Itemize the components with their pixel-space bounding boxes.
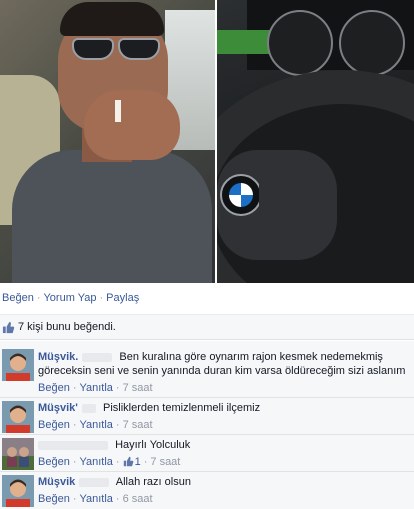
likes-count-text[interactable]: 7 kişi bunu beğendi. [18,321,116,333]
comment: Hayırlı Yolculuk Beğen · Yanıtla · 1 · 7 saat [0,435,414,472]
comment-like-count[interactable]: 1 [135,456,141,468]
thumbs-up-icon [2,321,15,333]
comment-time[interactable]: 6 saat [123,493,153,505]
avatar[interactable] [2,401,34,433]
comment-like-link[interactable]: Beğen [38,456,70,468]
comment-reply-link[interactable]: Yanıtla [79,493,112,505]
comment-author[interactable]: Müşvik [38,402,75,414]
redacted-name [79,477,110,487]
comment-reply-link[interactable]: Yanıtla [79,419,112,431]
man-torso [12,150,212,283]
comment-link[interactable]: Yorum Yap [43,292,96,304]
comment-author[interactable]: Müşvik [38,351,75,363]
cigarette [115,100,121,122]
sunglasses [72,38,114,60]
comment-meta: Beğen · Yanıtla · 7 saat [38,382,153,394]
gauge [267,10,333,76]
photo-steering-wheel[interactable] [217,0,414,283]
comment-text: Allah razı olsun [115,476,191,488]
comment-author[interactable]: Müşvik [38,476,75,488]
comment-like-link[interactable]: Beğen [38,493,70,505]
hand [84,90,180,160]
comment-time[interactable]: 7 saat [123,419,153,431]
post-actions: Beğen · Yorum Yap · Paylaş [2,292,140,304]
comment-text: Hayırlı Yolculuk [115,439,191,451]
photo-man-smoking[interactable] [0,0,215,283]
comment-reply-link[interactable]: Yanıtla [79,456,112,468]
likes-summary: 7 kişi bunu beğendi. [0,314,414,340]
comment: Müşvik' Pisliklerden temizlenmeli ilçemi… [0,398,414,435]
comment-like-link[interactable]: Beğen [38,382,70,394]
comment-meta: Beğen · Yanıtla · 7 saat [38,419,153,431]
comment-meta: Beğen · Yanıtla · 6 saat [38,493,153,505]
redacted-name [81,403,96,413]
post-photos [0,0,414,283]
comment-text: Pisliklerden temizlenmeli ilçemiz [102,402,261,414]
avatar[interactable] [2,475,34,507]
avatar[interactable] [2,349,34,381]
like-link[interactable]: Beğen [2,292,34,304]
bmw-logo-icon [220,174,259,216]
comment-time[interactable]: 7 saat [123,382,153,394]
gauge [339,10,405,76]
comment-time[interactable]: 7 saat [150,456,180,468]
share-link[interactable]: Paylaş [106,292,139,304]
thumbs-up-icon [123,456,133,467]
comment-reply-link[interactable]: Yanıtla [79,382,112,394]
avatar[interactable] [2,438,34,470]
redacted-name [38,440,108,450]
comment-like-link[interactable]: Beğen [38,419,70,431]
comment-meta: Beğen · Yanıtla · 1 · 7 saat [38,456,181,468]
comment: Müşvik Allah razı olsun Beğen · Yanıtla · 6 … [0,472,414,509]
redacted-name [82,352,113,362]
comment: Müşvik. Ben kuralına göre oynarım rajon … [0,341,414,398]
